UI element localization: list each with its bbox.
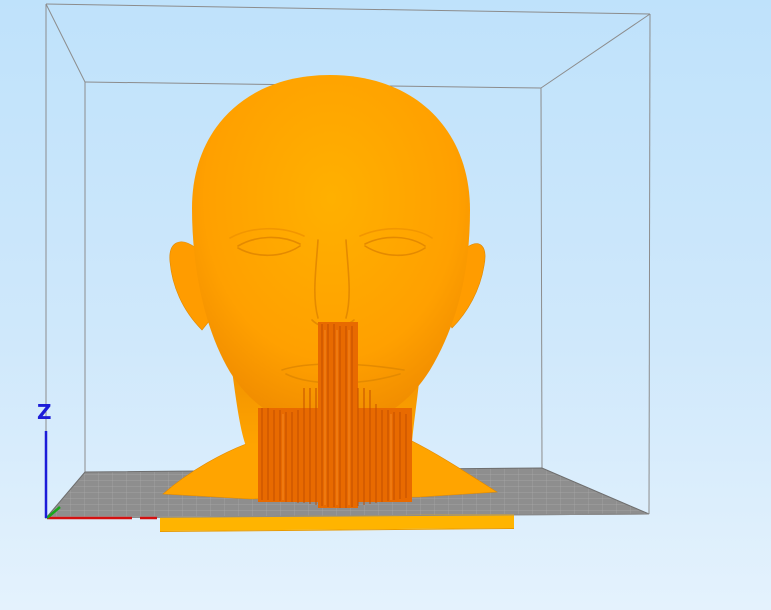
axis-z-label: Z xyxy=(37,400,52,424)
3d-viewport[interactable]: Z xyxy=(0,0,771,610)
scene-canvas[interactable] xyxy=(0,0,771,610)
